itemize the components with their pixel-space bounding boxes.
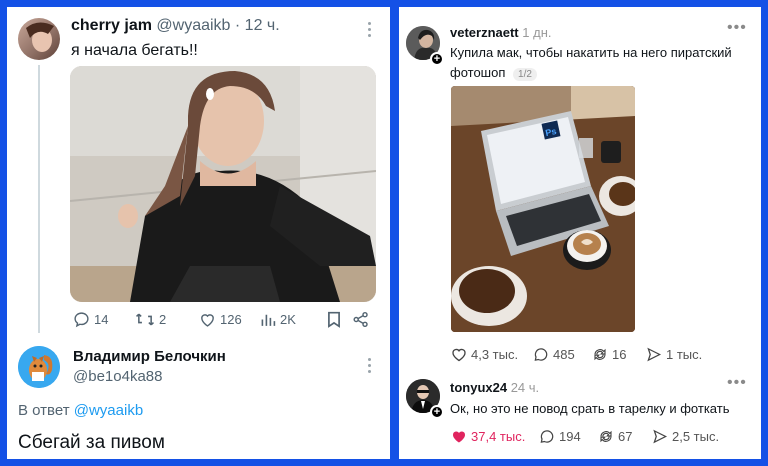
- in-reply-to: В ответ @wyaaikb: [18, 402, 143, 419]
- reply-author-name[interactable]: Владимир Белочкин: [73, 348, 226, 365]
- in-reply-prefix: В ответ: [18, 402, 70, 419]
- author-name[interactable]: cherry jam: [71, 17, 152, 34]
- selfie-photo-graphic: [70, 66, 376, 302]
- reply-more-icon[interactable]: •••: [727, 374, 747, 392]
- repost-button[interactable]: 16: [592, 347, 626, 362]
- reply-like-button[interactable]: 37,4 тыс.: [451, 429, 525, 444]
- cherry-jam-avatar[interactable]: [18, 18, 60, 60]
- reply-more-icon[interactable]: [368, 358, 372, 373]
- reply-author-handle[interactable]: @be1o4ka88: [73, 368, 162, 385]
- vladimir-avatar[interactable]: [18, 346, 60, 388]
- follow-plus-icon[interactable]: +: [430, 405, 444, 419]
- bookmark-icon: [328, 311, 340, 328]
- author-name[interactable]: veterznaett: [450, 25, 519, 40]
- comment-icon: [534, 348, 548, 361]
- post-text-line2-wrap: фотошоп 1/2: [450, 65, 537, 81]
- post-text: я начала бегать!!: [71, 42, 198, 59]
- more-icon[interactable]: [368, 22, 372, 37]
- reply-repost-count: 67: [618, 429, 633, 444]
- like-icon: [201, 314, 214, 327]
- like-button[interactable]: 4,3 тыс.: [451, 347, 518, 362]
- reply-like-count: 37,4 тыс.: [471, 429, 526, 444]
- views-icon: [261, 314, 276, 326]
- repost-count: 16: [612, 347, 627, 362]
- reply-button[interactable]: 14: [73, 311, 108, 328]
- send-button[interactable]: 1 тыс.: [646, 347, 702, 362]
- post-image[interactable]: Ps: [451, 86, 635, 332]
- share-count: 1 тыс.: [666, 347, 703, 362]
- like-button[interactable]: 126: [199, 311, 242, 328]
- reply-count: 14: [94, 312, 109, 327]
- page-indicator[interactable]: 1/2: [513, 68, 537, 81]
- retweet-count: 2: [159, 312, 167, 327]
- reply-icon: [74, 312, 89, 328]
- more-icon[interactable]: •••: [727, 19, 747, 37]
- thread-line: [38, 65, 40, 333]
- send-icon: [653, 429, 668, 444]
- post-image[interactable]: [70, 66, 376, 302]
- in-reply-handle[interactable]: @wyaaikb: [74, 402, 143, 419]
- follow-plus-icon[interactable]: +: [430, 52, 444, 66]
- reply-comment-count: 194: [559, 429, 581, 444]
- reply-text: Ок, но это не повод срать в тарелку и фо…: [450, 401, 730, 416]
- reply-header: tonyux24 24 ч.: [450, 380, 539, 395]
- twitter-thread-panel: cherry jam @wyaaikb · 12 ч. я начала бег…: [7, 7, 390, 459]
- retweet-button[interactable]: 2: [135, 311, 166, 328]
- comment-icon: [540, 430, 554, 443]
- heart-icon: [452, 348, 466, 362]
- laptop-cafe-photo-graphic: Ps: [451, 86, 635, 332]
- send-icon: [647, 347, 662, 362]
- avatar-face-graphic: [26, 22, 54, 52]
- bookmark-button[interactable]: [327, 311, 341, 328]
- share-icon: [353, 311, 368, 328]
- heart-icon: [453, 431, 465, 443]
- comment-count: 485: [553, 347, 575, 362]
- post-time[interactable]: · 12 ч.: [235, 17, 280, 34]
- author-handle[interactable]: @wyaaikb: [156, 17, 230, 34]
- reply-time: 24 ч.: [510, 380, 540, 395]
- reply-text: Сбегай за пивом: [18, 432, 165, 453]
- share-button[interactable]: [353, 311, 369, 328]
- reply-author-name[interactable]: tonyux24: [450, 380, 507, 395]
- repost-icon: [594, 348, 606, 361]
- reply-repost-button[interactable]: 67: [598, 429, 632, 444]
- like-count: 4,3 тыс.: [471, 347, 519, 362]
- views-button[interactable]: 2K: [260, 311, 296, 328]
- views-count: 2K: [280, 312, 296, 327]
- post-text-line2: фотошоп: [450, 65, 506, 80]
- post-time: 1 дн.: [522, 25, 552, 40]
- squirrel-avatar-graphic: [18, 346, 60, 388]
- reply-send-button[interactable]: 2,5 тыс.: [652, 429, 719, 444]
- repost-icon: [600, 430, 612, 443]
- post-header: veterznaett 1 дн.: [450, 25, 551, 40]
- reply-share-count: 2,5 тыс.: [672, 429, 720, 444]
- retweet-icon: [135, 313, 155, 326]
- threads-post-panel: + veterznaett 1 дн. ••• Купила мак, чтоб…: [399, 7, 761, 459]
- post-header: cherry jam @wyaaikb · 12 ч.: [71, 17, 280, 35]
- comment-button[interactable]: 485: [533, 347, 575, 362]
- like-count: 126: [220, 312, 242, 327]
- post-text-line1: Купила мак, чтобы накатить на него пират…: [450, 45, 732, 60]
- reply-comment-button[interactable]: 194: [539, 429, 581, 444]
